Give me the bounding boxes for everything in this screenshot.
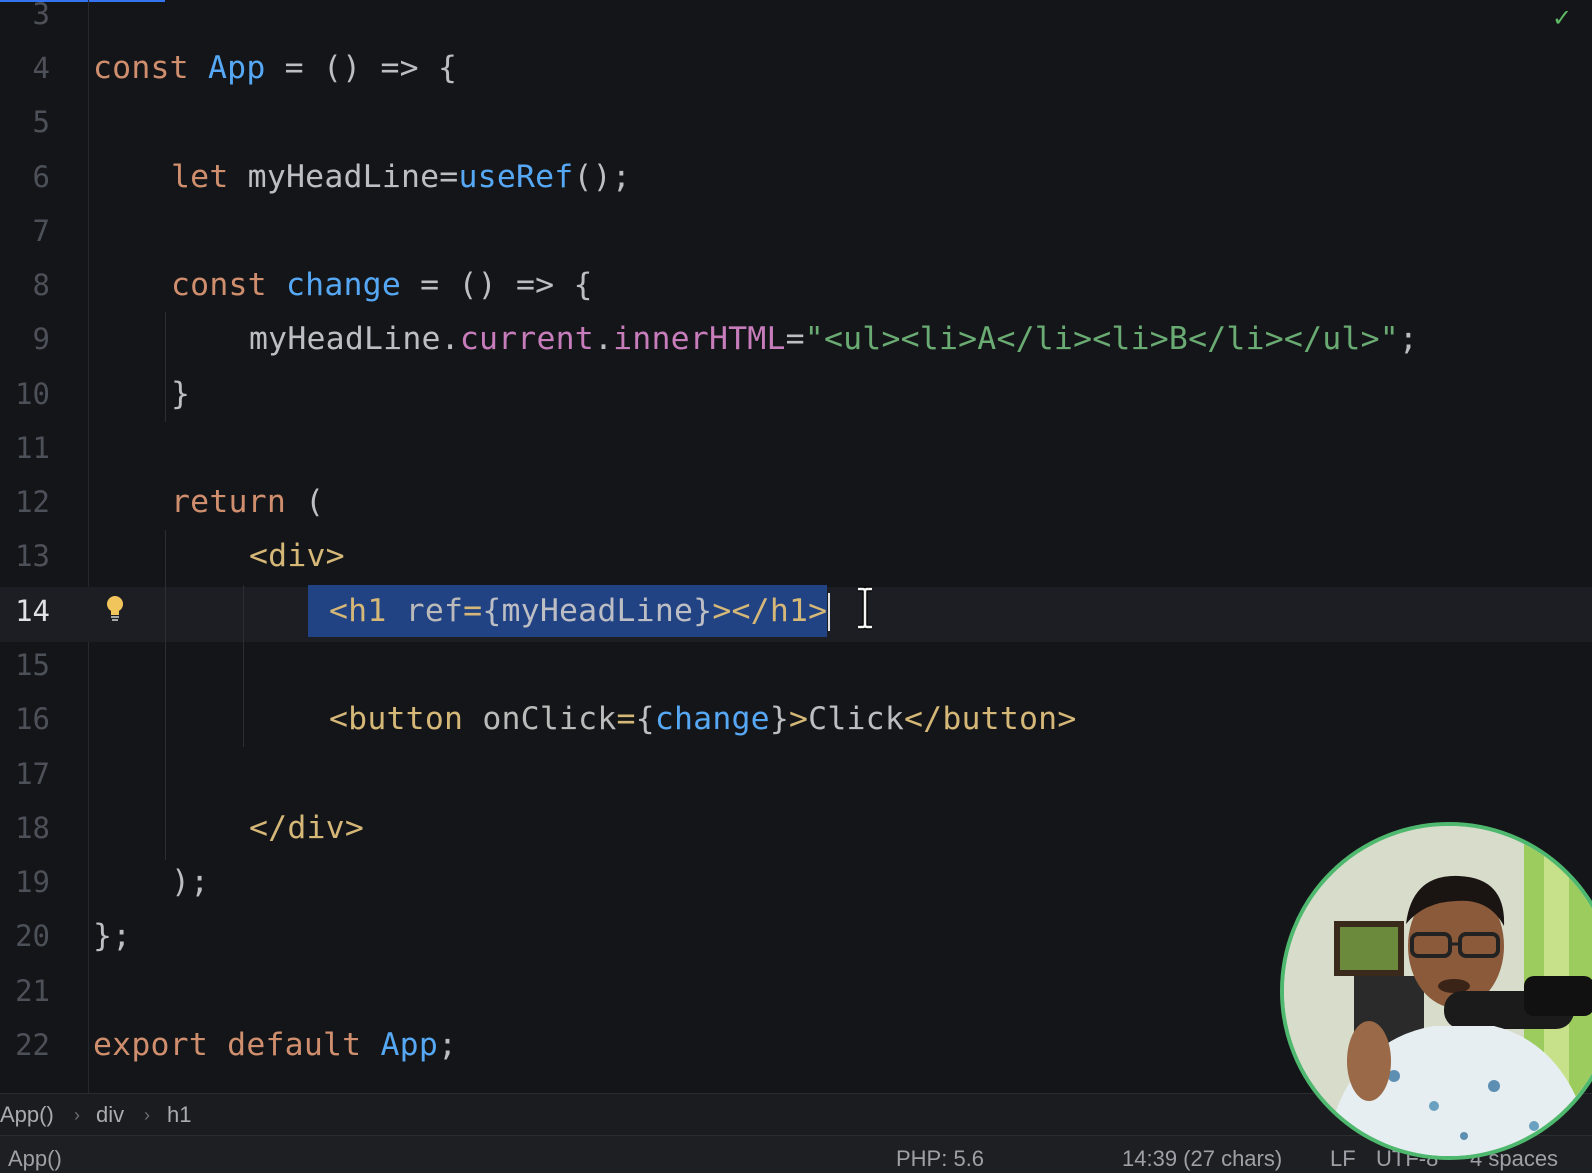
keyword: export: [93, 1027, 208, 1063]
keyword: const: [93, 50, 189, 86]
function-call: useRef: [458, 159, 574, 195]
string-literal: "<ul><li>A</li><li>B</li></ul>": [804, 321, 1399, 357]
jsx-tag: </button>: [904, 701, 1077, 737]
code-line-8[interactable]: const change = () => {: [171, 258, 593, 313]
code-line-19[interactable]: );: [171, 855, 209, 910]
line-number: 9: [32, 322, 50, 356]
presenter-avatar: [1284, 826, 1592, 1156]
code-text: };: [93, 918, 132, 954]
indent-guide: [165, 312, 166, 422]
code-line-12[interactable]: return (: [171, 475, 324, 530]
chevron-right-icon: ›: [144, 1105, 150, 1125]
jsx-attribute: onClick: [482, 701, 617, 737]
keyword: const: [171, 267, 267, 303]
status-context[interactable]: App(): [8, 1142, 62, 1173]
line-number: 6: [32, 160, 50, 194]
gutter-separator: [88, 0, 89, 1110]
line-number: 11: [15, 431, 50, 465]
code-line-13[interactable]: <div>: [249, 529, 345, 584]
jsx-tag: >: [789, 701, 809, 737]
check-icon: ✓: [1552, 4, 1573, 32]
code-line-10[interactable]: }: [171, 367, 190, 422]
line-number: 21: [15, 974, 50, 1008]
code-line-9[interactable]: myHeadLine.current.innerHTML="<ul><li>A<…: [249, 312, 1418, 367]
code-line-16[interactable]: <button onClick={change}>Click</button>: [329, 692, 1076, 747]
code-text: {myHeadLine}: [482, 593, 713, 629]
lightbulb-icon[interactable]: [104, 594, 126, 624]
line-number: 22: [15, 1028, 50, 1062]
code-text: = () => {: [401, 267, 593, 303]
line-number: 20: [15, 919, 50, 953]
code-text: Click: [808, 701, 904, 737]
code-line-4[interactable]: const App = () => {: [93, 41, 457, 96]
keyword: let: [171, 159, 229, 195]
code-text: myHeadLine=: [228, 159, 459, 195]
status-php-version[interactable]: PHP: 5.6: [896, 1142, 984, 1173]
code-line-20[interactable]: };: [93, 909, 131, 964]
code-text: ;: [438, 1027, 458, 1063]
code-line-6[interactable]: let myHeadLine=useRef();: [171, 150, 631, 205]
line-number: 16: [15, 702, 50, 736]
line-number: 7: [32, 214, 50, 248]
line-number: 10: [15, 377, 50, 411]
jsx-tag: ></h1>: [712, 593, 828, 629]
property: innerHTML: [613, 321, 786, 357]
line-number: 8: [32, 268, 50, 302]
text-selection: <h1 ref={myHeadLine}></h1>: [308, 585, 828, 637]
code-text: = () => {: [265, 50, 458, 86]
line-number: 5: [32, 105, 50, 139]
breadcrumb-item[interactable]: h1: [167, 1094, 191, 1136]
breadcrumb-item[interactable]: div: [96, 1094, 124, 1136]
line-number: 3: [32, 0, 50, 31]
identifier: change: [654, 701, 770, 737]
identifier: change: [286, 267, 401, 303]
jsx-tag: </div>: [249, 810, 364, 846]
code-text: .: [593, 321, 614, 357]
code-text: }: [171, 376, 191, 412]
code-line-14[interactable]: <h1 ref={myHeadLine}></h1>: [308, 584, 831, 639]
breadcrumb-item[interactable]: App(): [0, 1094, 54, 1136]
identifier: App: [380, 1027, 438, 1063]
code-text: =: [785, 321, 805, 357]
property: current: [459, 321, 594, 357]
text-cursor-icon: [858, 586, 872, 630]
line-number: 12: [15, 485, 50, 519]
indent-guide: [165, 530, 166, 860]
jsx-tag: <div>: [249, 538, 345, 574]
jsx-tag: <button: [329, 701, 483, 737]
line-number: 19: [15, 865, 50, 899]
line-number: 17: [15, 757, 50, 791]
status-cursor-position[interactable]: 14:39 (27 chars): [1122, 1142, 1282, 1173]
jsx-tag: <h1: [329, 593, 406, 629]
code-line-22[interactable]: export default App;: [93, 1018, 457, 1073]
line-number: 18: [15, 811, 50, 845]
keyword: default: [227, 1027, 362, 1063]
code-text: (: [286, 484, 325, 520]
keyword: return: [171, 484, 286, 520]
text-caret: [828, 593, 831, 631]
code-text: );: [171, 864, 210, 900]
status-bar: App() PHP: 5.6 14:39 (27 chars) LF UTF-8…: [0, 1135, 1592, 1173]
code-line-18[interactable]: </div>: [249, 801, 364, 856]
status-line-ending[interactable]: LF: [1330, 1142, 1356, 1173]
code-text: ();: [573, 159, 631, 195]
jsx-tag: =: [616, 701, 636, 737]
chevron-right-icon: ›: [74, 1105, 80, 1125]
line-number: 4: [32, 51, 50, 85]
indent-guide: [243, 585, 244, 747]
code-text: myHeadLine.: [249, 321, 460, 357]
jsx-tag: =: [463, 593, 483, 629]
code-text: ;: [1398, 321, 1419, 357]
line-number: 13: [15, 539, 50, 573]
line-number: 15: [15, 648, 50, 682]
code-text: }: [769, 701, 789, 737]
line-number-current: 14: [15, 594, 50, 628]
jsx-attribute: ref: [405, 593, 464, 629]
identifier: App: [208, 50, 266, 86]
code-text: {: [635, 701, 655, 737]
